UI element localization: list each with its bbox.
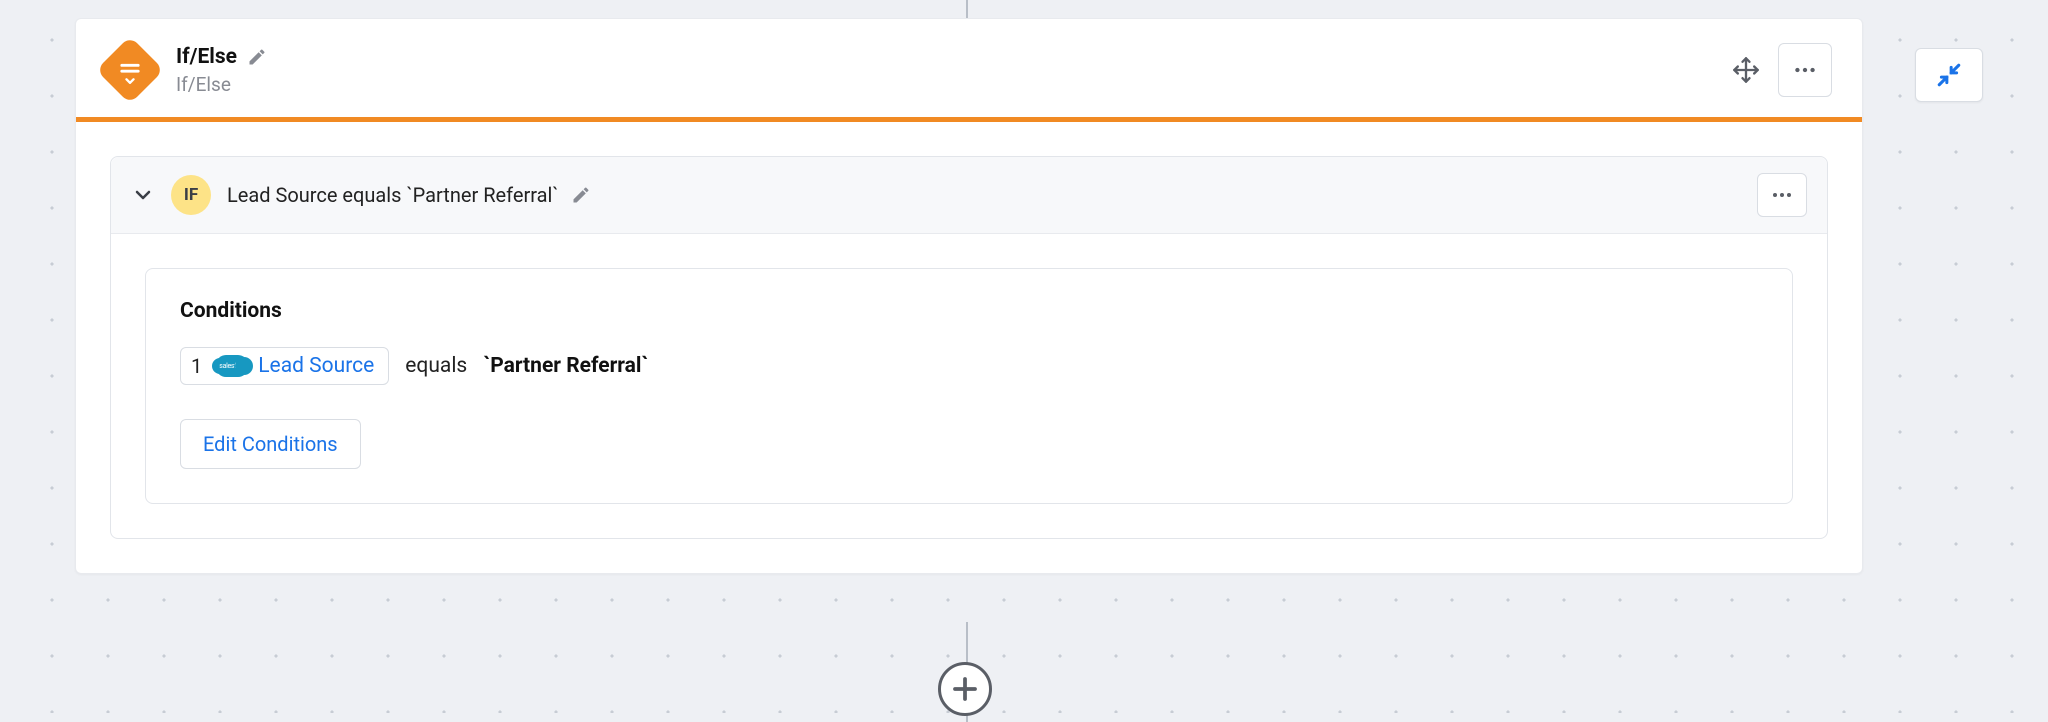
edit-branch-title-icon[interactable] <box>571 185 591 205</box>
step-body: IF Lead Source equals `Partner Referral`… <box>76 122 1862 573</box>
if-badge: IF <box>171 175 211 215</box>
condition-value: `Partner Referral` <box>483 354 648 378</box>
condition-row: 1 salesforce Lead Source equals `Partner… <box>180 347 1758 385</box>
branch-title-text: Lead Source equals `Partner Referral` <box>227 183 559 207</box>
step-subtitle: If/Else <box>176 73 1732 96</box>
step-title: If/Else <box>176 45 237 69</box>
condition-field-name: Lead Source <box>258 354 374 378</box>
edit-step-title-icon[interactable] <box>247 47 267 67</box>
collapse-panel-button[interactable] <box>1915 48 1983 102</box>
connector-line-top <box>966 0 968 18</box>
step-more-menu-button[interactable] <box>1778 43 1832 97</box>
conditions-heading: Conditions <box>180 299 1758 323</box>
collapse-branch-icon[interactable] <box>131 183 155 207</box>
if-branch-header: IF Lead Source equals `Partner Referral` <box>111 157 1827 234</box>
edit-conditions-button[interactable]: Edit Conditions <box>180 419 361 469</box>
branch-more-menu-button[interactable] <box>1757 173 1807 217</box>
step-header-actions <box>1732 43 1832 97</box>
branch-body: Conditions 1 salesforce Lead Source equa… <box>111 234 1827 538</box>
move-step-icon[interactable] <box>1732 56 1760 84</box>
step-header: If/Else If/Else <box>76 19 1862 117</box>
conditions-box: Conditions 1 salesforce Lead Source equa… <box>145 268 1793 504</box>
edit-conditions-label: Edit Conditions <box>203 432 338 456</box>
if-branch-box: IF Lead Source equals `Partner Referral`… <box>110 156 1828 539</box>
condition-operator: equals <box>405 354 467 378</box>
condition-index: 1 <box>191 354 202 378</box>
salesforce-icon: salesforce <box>216 355 248 377</box>
if-else-icon <box>96 36 164 104</box>
if-else-step-card: If/Else If/Else <box>75 18 1863 574</box>
condition-field-pill[interactable]: 1 salesforce Lead Source <box>180 347 389 385</box>
step-header-titles: If/Else If/Else <box>176 45 1732 96</box>
add-step-button[interactable] <box>938 662 992 716</box>
